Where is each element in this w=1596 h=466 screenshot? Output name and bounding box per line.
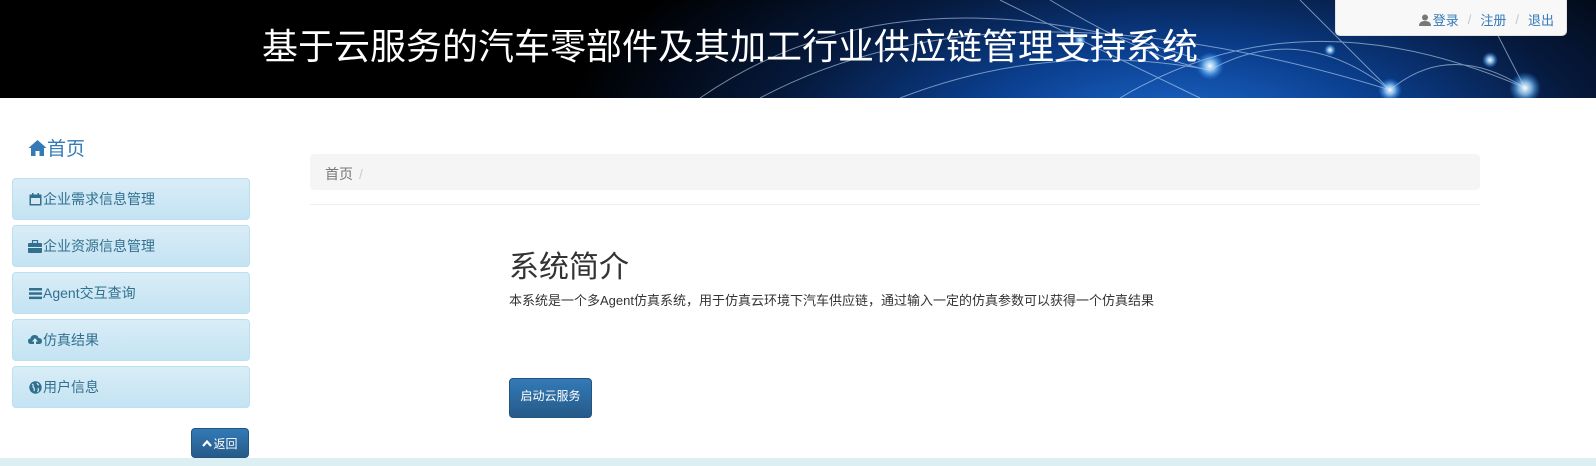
sidebar-item-label: 企业需求信息管理 <box>43 191 155 207</box>
separator: / <box>1515 12 1519 27</box>
breadcrumb-separator: / <box>359 166 363 182</box>
sidebar-item-simulation-result[interactable]: 仿真结果 <box>12 319 250 361</box>
footer-strip <box>0 458 1596 466</box>
start-cloud-service-button[interactable]: 启动云服务 <box>509 378 592 418</box>
sidebar-item-resource-info[interactable]: 企业资源信息管理 <box>12 225 250 267</box>
back-button-label: 返回 <box>213 436 238 451</box>
breadcrumb: 首页 / <box>310 154 1480 190</box>
login-label: 登录 <box>1432 13 1459 28</box>
home-label: 首页 <box>47 139 86 160</box>
sidebar-item-agent-query[interactable]: Agent交互查询 <box>12 272 250 314</box>
chevron-up-icon <box>202 439 213 447</box>
login-link[interactable]: 登录 <box>1418 10 1459 29</box>
breadcrumb-item-home[interactable]: 首页 <box>325 166 353 182</box>
home-link[interactable]: 首页 <box>28 134 85 161</box>
divider <box>310 204 1480 205</box>
page-banner-title: 基于云服务的汽车零部件及其加工行业供应链管理支持系统 <box>262 27 1199 68</box>
intro-text: 本系统是一个多Agent仿真系统，用于仿真云环境下汽车供应链，通过输入一定的仿真… <box>509 293 1154 308</box>
register-link[interactable]: 注册 <box>1480 10 1506 29</box>
sidebar-item-label: 企业资源信息管理 <box>43 238 155 254</box>
list-icon <box>28 286 42 300</box>
separator: / <box>1467 12 1472 27</box>
home-icon <box>28 139 47 156</box>
sidebar-item-label: 仿真结果 <box>43 332 99 348</box>
globe-icon <box>28 380 42 394</box>
user-menu-box: 登录 / 注册 / 退出 <box>1335 0 1567 36</box>
sidebar-item-user-info[interactable]: 用户信息 <box>12 366 250 408</box>
sidebar-item-demand-info[interactable]: 企业需求信息管理 <box>12 178 250 220</box>
logout-link[interactable]: 退出 <box>1528 10 1554 29</box>
briefcase-icon <box>28 239 42 253</box>
back-button[interactable]: 返回 <box>191 428 249 458</box>
sidebar-item-label: Agent交互查询 <box>43 285 136 301</box>
sidebar-item-label: 用户信息 <box>43 379 99 395</box>
user-icon <box>1418 14 1431 26</box>
intro-title: 系统简介 <box>509 250 629 285</box>
calendar-icon <box>28 192 42 206</box>
cloud-upload-icon <box>28 333 42 347</box>
